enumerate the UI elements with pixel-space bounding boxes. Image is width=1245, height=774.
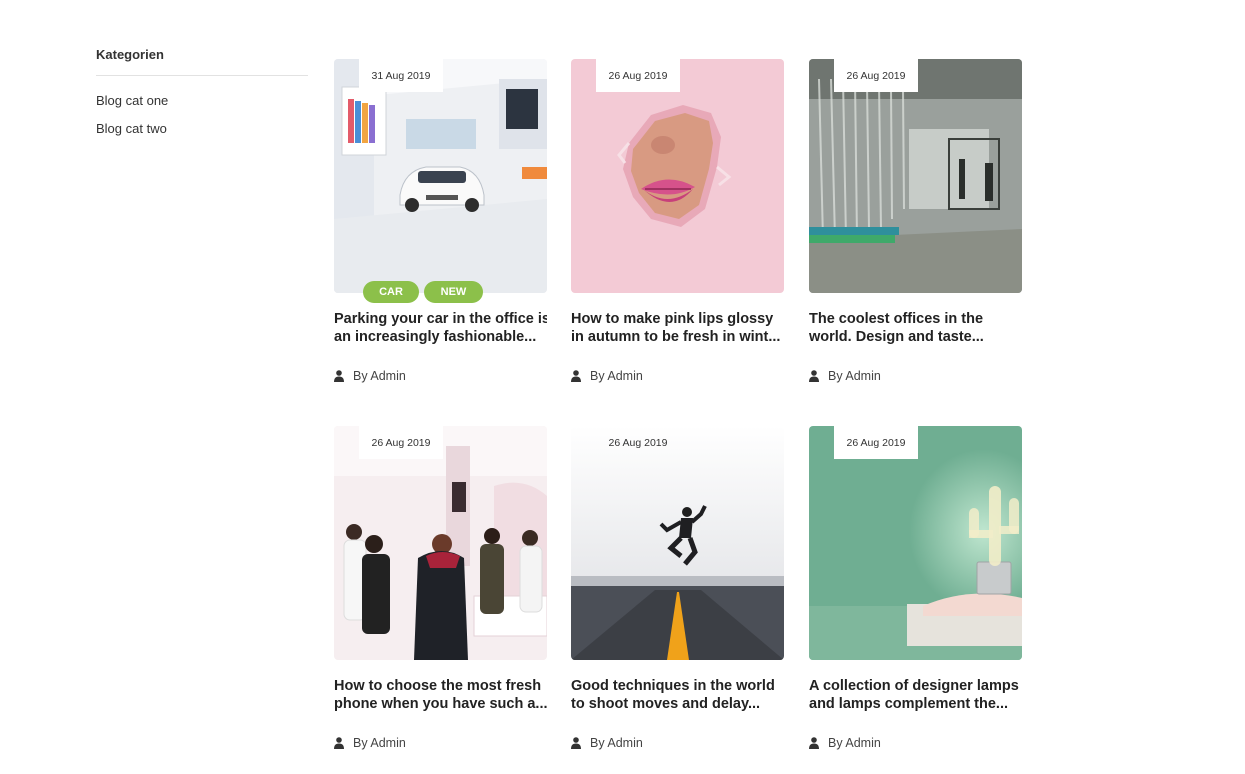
blog-post-card[interactable]: 26 Aug 2019 How to choose the most fresh… [334,426,547,751]
post-date-badge: 26 Aug 2019 [359,426,443,459]
user-icon [571,370,581,382]
phone-store-image [334,426,547,660]
category-link-blog-cat-one[interactable]: Blog cat one [96,92,308,120]
post-author[interactable]: By Admin [571,368,784,384]
blog-post-card[interactable]: 31 Aug 2019 CAR NEW Parking your car in t… [334,59,547,384]
user-icon [571,737,581,749]
post-image-office-interior[interactable]: 26 Aug 2019 [809,59,1022,293]
post-author[interactable]: By Admin [334,368,547,384]
user-icon [809,737,819,749]
post-date-badge: 26 Aug 2019 [596,59,680,92]
car-showroom-image [334,59,547,293]
category-list: Blog cat one Blog cat two [96,92,308,148]
blog-post-card[interactable]: 26 Aug 2019 A collection of designer lam… [809,426,1022,751]
category-link-blog-cat-two[interactable]: Blog cat two [96,120,308,148]
user-icon [334,370,344,382]
cactus-lamp-image [809,426,1022,660]
post-title[interactable]: How to make pink lips glossy in autumn t… [571,310,784,346]
post-title[interactable]: Parking your car in the office is an inc… [334,310,547,346]
sidebar-divider [96,75,308,76]
blog-post-card[interactable]: 26 Aug 2019 Good techniques in the world… [571,426,784,751]
post-title[interactable]: The coolest offices in the world. Design… [809,310,1022,346]
sidebar: Kategorien Blog cat one Blog cat two [96,46,308,148]
blog-post-card[interactable]: 26 Aug 2019 The coolest offices in the w… [809,59,1022,384]
post-title[interactable]: Good techniques in the world to shoot mo… [571,677,784,713]
post-image-jumping-man-road[interactable]: 26 Aug 2019 [571,426,784,660]
post-image-phone-store[interactable]: 26 Aug 2019 [334,426,547,660]
post-date-badge: 26 Aug 2019 [608,437,668,449]
sidebar-title: Kategorien [96,47,164,62]
post-author[interactable]: By Admin [571,735,784,751]
post-tags: CAR NEW [363,281,488,303]
post-author[interactable]: By Admin [809,735,1022,751]
post-date-badge: 26 Aug 2019 [834,59,918,92]
post-image-pink-lips[interactable]: 26 Aug 2019 [571,59,784,293]
user-icon [809,370,819,382]
post-date-badge: 31 Aug 2019 [359,59,443,92]
pink-lips-image [571,59,784,293]
office-interior-image [809,59,1022,293]
post-author[interactable]: By Admin [809,368,1022,384]
post-image-cactus-lamp[interactable]: 26 Aug 2019 [809,426,1022,660]
tag-new[interactable]: NEW [424,281,483,303]
post-author[interactable]: By Admin [334,735,547,751]
post-title[interactable]: How to choose the most fresh phone when … [334,677,547,713]
post-title[interactable]: A collection of designer lamps and lamps… [809,677,1022,713]
jumping-man-road-image [571,426,784,660]
tag-car[interactable]: CAR [363,281,419,303]
user-icon [334,737,344,749]
post-date-badge: 26 Aug 2019 [834,426,918,459]
post-image-car-showroom[interactable]: 31 Aug 2019 [334,59,547,293]
blog-post-card[interactable]: 26 Aug 2019 How to make pink lips glossy… [571,59,784,384]
